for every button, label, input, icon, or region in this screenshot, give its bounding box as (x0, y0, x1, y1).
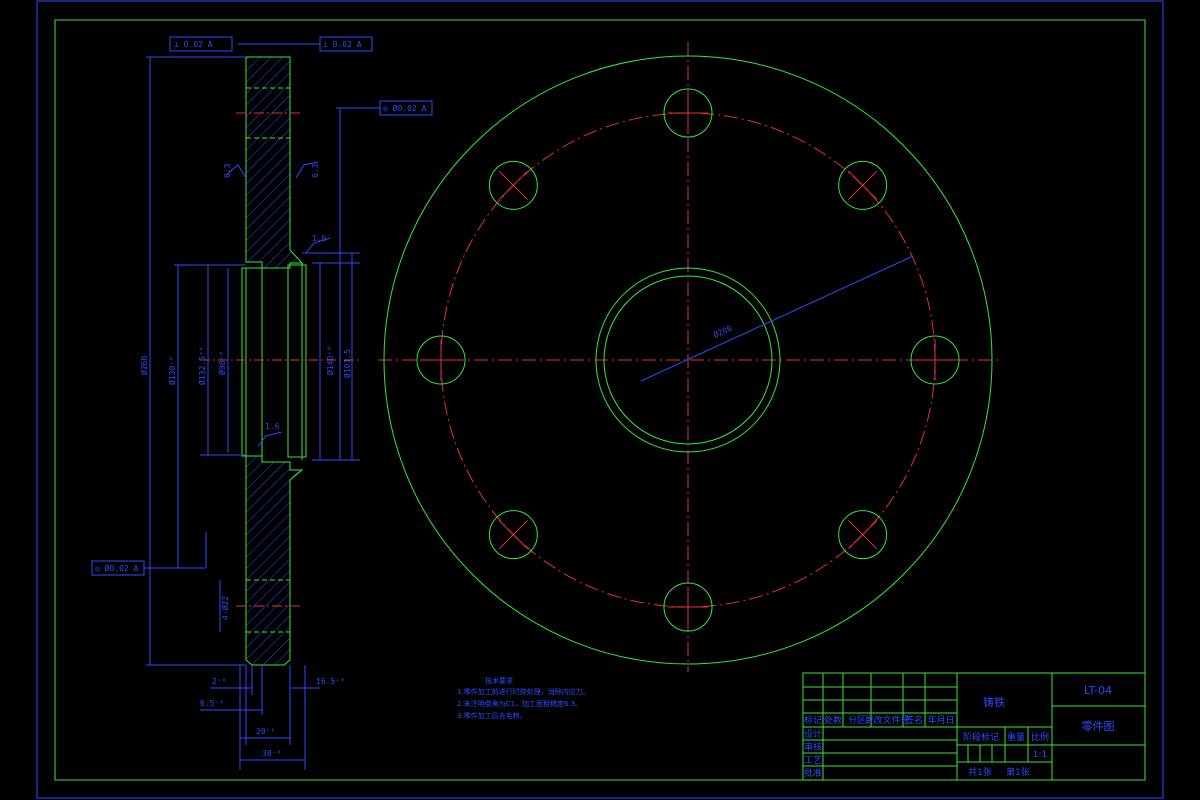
hub-left (241, 267, 263, 457)
row-label-1: 审核 (804, 741, 822, 753)
fcf-left: ◎ Ø0.02 A (91, 560, 145, 576)
row-label-0: 设计 (804, 728, 822, 740)
roughness-label-3: 1.6 (312, 234, 327, 243)
header-label-4: 签名 (905, 714, 923, 726)
notes-line-3: 3.零件加工后去毛刺。 (457, 711, 527, 720)
fcf-top-right: ⊥ 0.02 A (319, 36, 373, 52)
dim-b4-label: 20⁺⁰ (256, 727, 275, 736)
title-block-text: 铸铁 LT-04 零件图 标记 处数 分区 更改文件号 签名 年月日 设计 审核… (804, 684, 1115, 779)
drawing-frame (54, 19, 1146, 781)
dim-b3-label: 16.5⁺⁰ (316, 677, 345, 686)
dim-b2-label: 6.5⁺⁰ (200, 699, 224, 708)
dim-b1-label: 2⁺⁰ (212, 677, 226, 686)
plan-view: Ø200 (378, 42, 1000, 672)
svg-text:⊥ 0.02 A: ⊥ 0.02 A (174, 40, 213, 49)
dim-6-label: Ø101.5 (342, 349, 352, 378)
fcf-top-left: ⊥ 0.02 A (169, 36, 233, 52)
dim-b5-label: 30⁺⁰ (262, 749, 281, 758)
drawing-name: 零件图 (1082, 720, 1115, 733)
dim-4-label: Ø98⁺⁰ (217, 351, 227, 375)
pcd-dimension-line (640, 255, 914, 382)
scale-value: 1:1 (1033, 750, 1047, 760)
scale-label: 比例 (1031, 731, 1049, 743)
hub-right (287, 264, 307, 458)
header-label-3: 更改文件号 (864, 714, 909, 726)
notes-line-2: 2.未注明倒角为C1，加工面粗糙度6.3。 (457, 699, 582, 708)
header-label-2: 分区 (848, 715, 866, 726)
svg-text:◎ Ø0.02 A: ◎ Ø0.02 A (95, 563, 139, 573)
sheet-total: 共1张 (968, 767, 992, 778)
roughness-label-2: 6.3 (311, 163, 320, 178)
fcf-right: ◎ Ø0.02 A (379, 100, 433, 116)
row-label-2: 工艺 (804, 755, 822, 766)
drawing-canvas: Ø200 ⊥ 0.02 A ⊥ 0.02 A ◎ Ø0.02 A ◎ Ø0.02… (36, 0, 1164, 799)
section-lower-body (245, 455, 304, 666)
sheet-border (36, 0, 1164, 799)
svg-text:◎ Ø0.02 A: ◎ Ø0.02 A (383, 103, 427, 113)
header-label-0: 标记 (804, 714, 822, 726)
dim-outer-label: Ø260 (139, 356, 149, 375)
sheet-index: 第1张 (1006, 766, 1030, 778)
notes-line-1: 1.零件加工前进行时效处理，消除内应力。 (457, 687, 590, 696)
pcd-label: Ø200 (712, 323, 734, 340)
technical-notes: 技术要求 1.零件加工前进行时效处理，消除内应力。 2.未注明倒角为C1，加工面… (457, 676, 590, 720)
header-label-1: 处数 (824, 714, 842, 726)
row-label-3: 批准 (804, 767, 822, 779)
dim-2-label: Ø130⁺⁰ (167, 356, 177, 385)
section-upper-body (245, 56, 304, 269)
header-label-5: 年月日 (927, 714, 954, 726)
dim-hole-label: 4-Ø22 (220, 596, 230, 620)
dim-3-label: Ø132.5⁺⁰ (197, 346, 207, 385)
roughness-label-1: 6.3 (223, 163, 232, 178)
dim-5-label: Ø140⁺⁰ (325, 346, 335, 375)
svg-text:⊥ 0.02 A: ⊥ 0.02 A (323, 40, 362, 49)
weight-label: 重量 (1007, 731, 1025, 743)
roughness-label-4: 1.6 (265, 422, 280, 431)
material-label: 铸铁 (983, 695, 1005, 709)
drawing-number: LT-04 (1084, 684, 1112, 697)
notes-title: 技术要求 (485, 676, 513, 685)
section-view: ⊥ 0.02 A ⊥ 0.02 A ◎ Ø0.02 A ◎ Ø0.02 A 6.… (91, 36, 433, 770)
stage-label: 阶段标记 (963, 731, 999, 743)
